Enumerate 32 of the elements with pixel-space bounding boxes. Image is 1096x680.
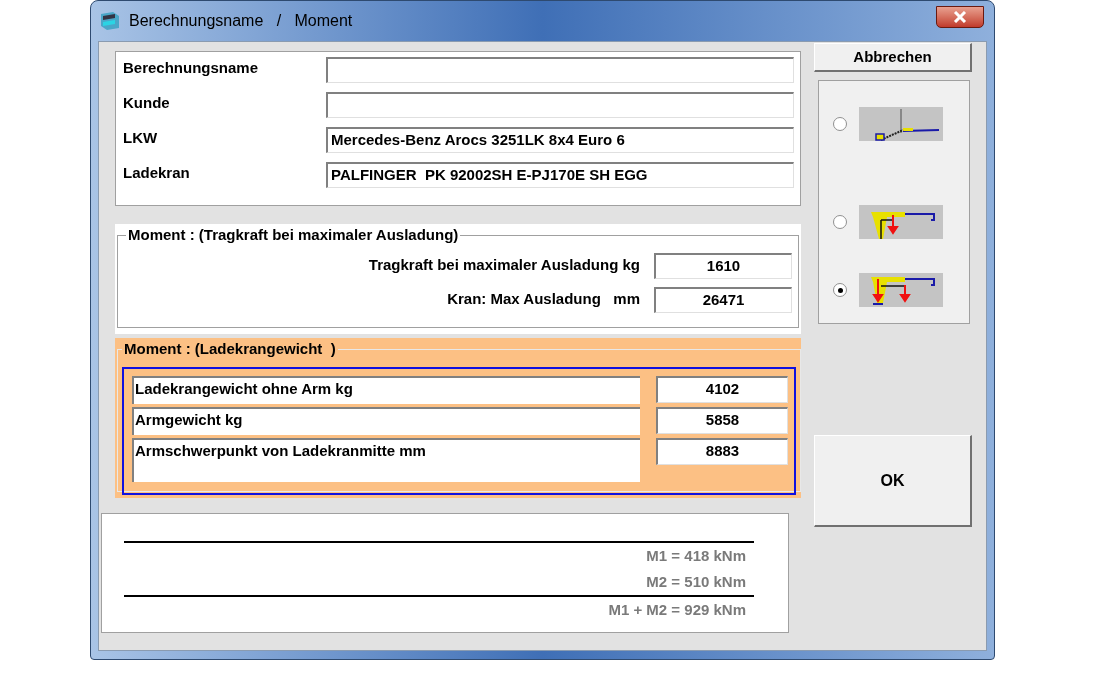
- field-label: Ladekrangewicht ohne Arm kg: [132, 375, 640, 404]
- value-field[interactable]: 1610: [654, 252, 792, 279]
- result-text: M1 = 418 kNm: [646, 545, 746, 566]
- section-title: Moment : (Ladekrangewicht ): [123, 339, 337, 359]
- result-text: M2 = 510 kNm: [646, 571, 746, 592]
- value-field[interactable]: 8883: [656, 437, 788, 465]
- value-field[interactable]: 4102: [656, 375, 788, 403]
- window-title: Berechnungsname / Moment: [129, 11, 353, 31]
- value-field[interactable]: 26471: [654, 286, 792, 313]
- result-text: M1 + M2 = 929 kNm: [608, 599, 746, 620]
- field-label: Ladekran: [123, 163, 191, 183]
- value-field[interactable]: 5858: [656, 406, 788, 434]
- radio-button[interactable]: [833, 283, 847, 297]
- close-icon: [953, 11, 967, 23]
- input-field[interactable]: PALFINGER PK 92002SH E-PJ170E SH EGG: [326, 162, 794, 188]
- app-icon: [99, 10, 121, 32]
- field-label: Armschwerpunkt von Ladekranmitte mm: [132, 437, 640, 482]
- field-label: Kunde: [123, 93, 171, 113]
- field-label: LKW: [123, 128, 159, 148]
- field-label: Tragkraft bei maximaler Ausladung kg: [368, 255, 640, 276]
- radio-button[interactable]: [833, 117, 847, 131]
- radio-button[interactable]: [833, 215, 847, 229]
- close-button[interactable]: [936, 6, 984, 28]
- section-title: Moment : (Tragkraft bei maximaler Ausladung): [127, 225, 460, 245]
- field-label: Berechnungsname: [123, 58, 260, 78]
- input-field[interactable]: Mercedes-Benz Arocs 3251LK 8x4 Euro 6: [326, 127, 794, 153]
- cancel-button[interactable]: Abbrechen: [814, 43, 972, 72]
- input-field[interactable]: [326, 57, 794, 83]
- input-field[interactable]: [326, 92, 794, 118]
- ok-button[interactable]: OK: [814, 435, 972, 527]
- field-label: Kran: Max Ausladung mm: [447, 289, 640, 310]
- field-label: Armgewicht kg: [132, 406, 640, 435]
